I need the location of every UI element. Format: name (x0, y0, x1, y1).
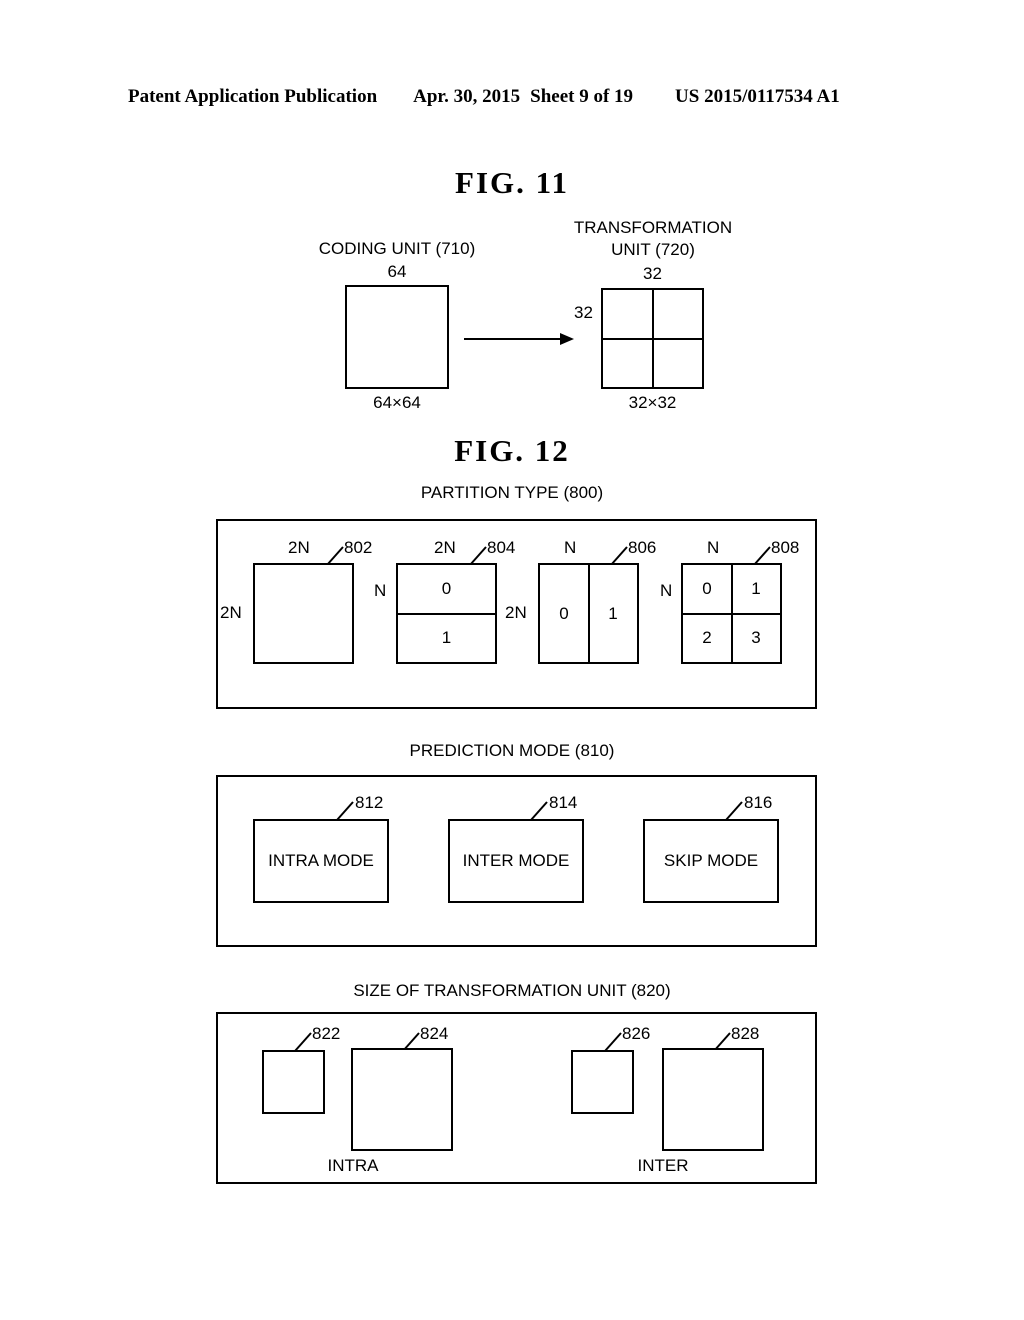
partition-808-cell-1: 1 (751, 579, 761, 598)
partition-806-left-dimension: 2N (505, 603, 527, 622)
partition-808-cell-2: 2 (702, 628, 712, 647)
partition-804-horizontal-divider (398, 612, 495, 615)
partition-806-cell-0: 0 (559, 604, 569, 623)
tu-size-826-box (571, 1050, 634, 1114)
transformation-unit-left-dimension: 32 (574, 303, 593, 322)
tu-size-828-box (662, 1048, 764, 1151)
transformation-unit-top-dimension: 32 (643, 264, 662, 283)
transformation-unit-label-line2: UNIT (720) (611, 240, 695, 259)
partition-804-box: 0 1 (396, 563, 497, 664)
prediction-mode-812-box: INTRA MODE (253, 819, 389, 903)
partition-808-box: 0 1 2 3 (681, 563, 782, 664)
patent-figure-sheet: Patent Application Publication Apr. 30, … (0, 0, 1024, 1320)
prediction-mode-814-label: INTER MODE (462, 851, 570, 870)
partition-808-cell-0: 0 (702, 579, 712, 598)
header-patent-number: US 2015/0117534 A1 (675, 86, 840, 107)
partition-806-box: 0 1 (538, 563, 639, 664)
transformation-unit-horizontal-divider (603, 337, 702, 340)
prediction-mode-814-box: INTER MODE (448, 819, 584, 903)
tu-size-inter-caption: INTER (637, 1156, 689, 1175)
partition-804-top-dimension: 2N (434, 538, 456, 557)
prediction-mode-814-ref: 814 (549, 793, 578, 812)
prediction-mode-816-label: SKIP MODE (663, 851, 759, 870)
transformation-unit-size-section-label: SIZE OF TRANSFORMATION UNIT (820) (353, 981, 671, 1000)
fig12-title: FIG. 12 (454, 433, 570, 468)
partition-808-cell-3: 3 (751, 628, 761, 647)
partition-802-left-dimension: 2N (220, 603, 242, 622)
partition-806-cell-1: 1 (608, 604, 618, 623)
partition-802-box (253, 563, 354, 664)
transform-arrow-icon (464, 333, 574, 345)
transformation-unit-bottom-dimension: 32×32 (628, 393, 677, 412)
header-publication: Patent Application Publication (128, 86, 378, 107)
partition-808-left-dimension: N (660, 581, 673, 600)
partition-type-section-label: PARTITION TYPE (800) (420, 483, 604, 502)
header-date: Apr. 30, 2015 (413, 86, 521, 107)
header-sheet: Sheet 9 of 19 (530, 86, 634, 107)
prediction-mode-816-box: SKIP MODE (643, 819, 779, 903)
coding-unit-bottom-dimension: 64×64 (373, 393, 421, 412)
partition-806-top-dimension: N (564, 538, 577, 557)
coding-unit-box (345, 285, 449, 389)
partition-808-horizontal-divider (683, 612, 780, 615)
fig11-title: FIG. 11 (455, 165, 569, 200)
transformation-unit-box (601, 288, 704, 389)
coding-unit-label: CODING UNIT (710) (318, 239, 476, 258)
partition-804-cell-0: 0 (441, 579, 452, 598)
tu-size-822-box (262, 1050, 325, 1114)
coding-unit-top-dimension: 64 (387, 262, 407, 281)
tu-size-824-box (351, 1048, 453, 1151)
prediction-mode-812-label: INTRA MODE (268, 851, 374, 870)
partition-802-top-dimension: 2N (288, 538, 310, 557)
transformation-unit-label-line1: TRANSFORMATION (573, 218, 733, 237)
partition-808-top-dimension: N (707, 538, 720, 557)
page-header: Patent Application Publication Apr. 30, … (128, 86, 896, 112)
prediction-mode-816-ref: 816 (744, 793, 773, 812)
tu-size-intra-caption: INTRA (327, 1156, 379, 1175)
partition-804-cell-1: 1 (441, 628, 452, 647)
prediction-mode-812-ref: 812 (355, 793, 384, 812)
partition-804-left-dimension: N (374, 581, 387, 600)
prediction-mode-section-label: PREDICTION MODE (810) (409, 741, 615, 760)
